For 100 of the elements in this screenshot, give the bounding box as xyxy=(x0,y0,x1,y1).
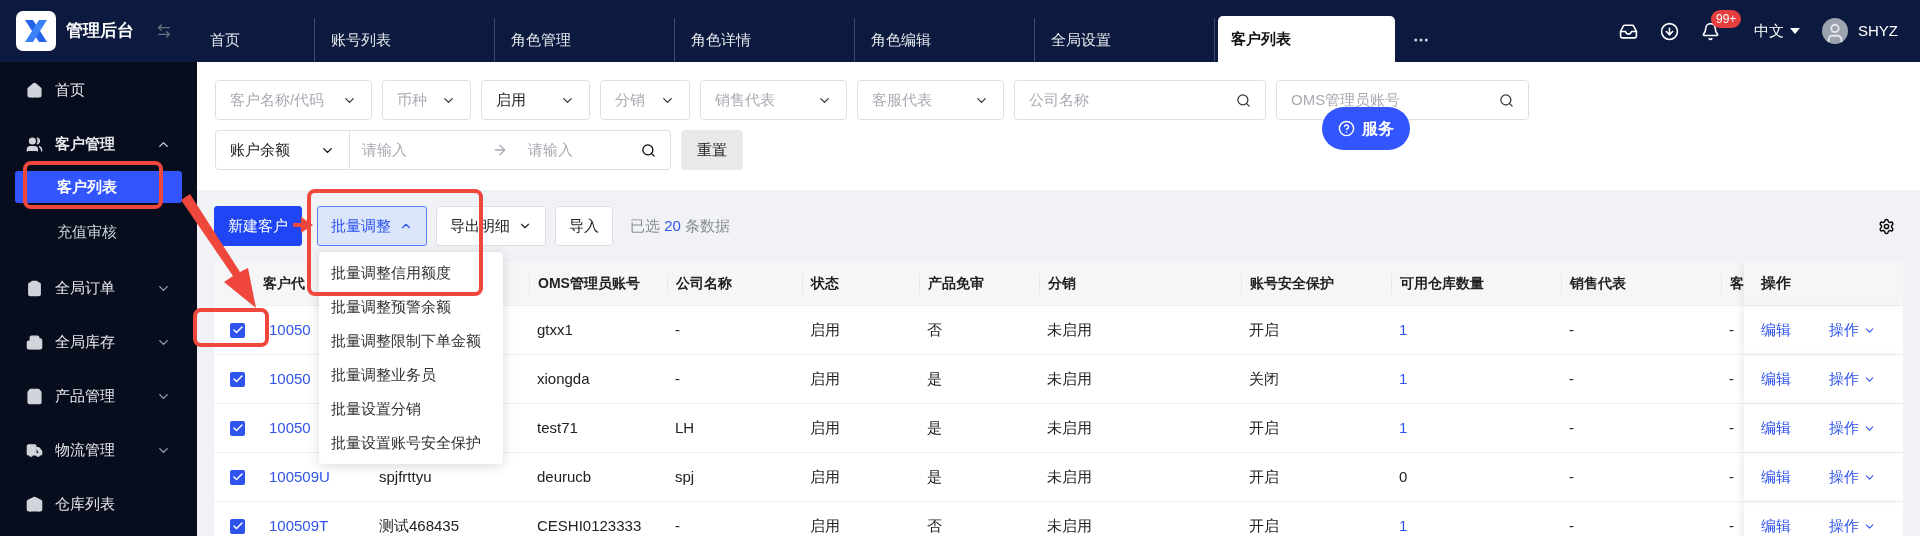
nav-tab[interactable]: 客户列表 xyxy=(1218,16,1395,62)
table-cell-text: xiongda xyxy=(537,368,590,389)
table-cell-text: spjfrttyu xyxy=(379,466,432,487)
sidebar-item[interactable]: 客户管理 xyxy=(0,117,197,171)
toolbar-button[interactable]: 新建客户 xyxy=(214,206,302,246)
field-placeholder: 客户名称/代码 xyxy=(230,89,325,110)
actions-link[interactable]: 操作 xyxy=(1829,514,1876,536)
actions-link[interactable]: 操作 xyxy=(1829,367,1876,391)
table-cell-text: - xyxy=(675,515,680,536)
avatar[interactable] xyxy=(1822,18,1848,44)
table-cell-text: - xyxy=(1569,515,1574,536)
table-cell-text: 开启 xyxy=(1249,515,1279,536)
notification-badge: 99+ xyxy=(1711,9,1742,28)
table-cell-text: 未启用 xyxy=(1047,466,1092,487)
column-header: 产品免审 xyxy=(928,274,984,293)
edit-link[interactable]: 编辑 xyxy=(1761,318,1791,342)
table-cell-text: 开启 xyxy=(1249,417,1279,438)
table-cell-text: - xyxy=(1569,368,1574,389)
row-checkbox[interactable] xyxy=(230,420,245,436)
search-icon xyxy=(1499,92,1514,108)
sidebar-item[interactable]: 产品管理 xyxy=(0,369,197,423)
reset-button[interactable]: 重置 xyxy=(681,130,743,170)
table-link[interactable]: 1 xyxy=(1399,367,1408,391)
language-select[interactable]: 中文 xyxy=(1754,19,1800,43)
table-cell-text: 开启 xyxy=(1249,319,1279,340)
column-header: 可用仓库数量 xyxy=(1400,274,1484,293)
column-header: 客 xyxy=(1730,274,1744,293)
row-checkbox[interactable] xyxy=(230,469,245,485)
edit-link[interactable]: 编辑 xyxy=(1761,514,1791,536)
menu-icon xyxy=(26,333,43,351)
sidebar-subitem[interactable]: 客户列表 xyxy=(15,171,182,203)
table-link[interactable]: 1 xyxy=(1399,318,1408,342)
table-cell-text: 启用 xyxy=(810,319,840,340)
edit-link[interactable]: 编辑 xyxy=(1761,367,1791,391)
logo-icon xyxy=(16,11,56,51)
column-header: 状态 xyxy=(811,274,839,293)
table-cell-text: CESHI0123333 xyxy=(537,515,642,536)
field-placeholder: 客服代表 xyxy=(872,89,932,110)
select-field[interactable]: 启用 xyxy=(481,80,590,120)
sidebar-item[interactable]: 全局库存 xyxy=(0,315,197,369)
menu-item[interactable]: 批量调整限制下单金额 xyxy=(319,324,503,358)
table-cell-text: - xyxy=(1729,368,1734,389)
sidebar-item[interactable]: 仓库列表 xyxy=(0,477,197,531)
row-checkbox[interactable] xyxy=(230,518,245,534)
menu-item[interactable]: 批量调整预警余额 xyxy=(319,290,503,324)
table-cell-text: 测试468435 xyxy=(379,515,460,536)
sidebar-item[interactable]: 物流管理 xyxy=(0,423,197,477)
table-link[interactable]: 1 xyxy=(1399,514,1408,536)
menu-item[interactable]: 批量设置账号安全保护 xyxy=(319,426,503,460)
table-link[interactable]: 100509U xyxy=(269,465,330,489)
table-link[interactable]: 100509T xyxy=(269,514,329,536)
table-cell-text: 是 xyxy=(927,417,942,438)
column-header: 分销 xyxy=(1048,274,1076,293)
search-icon xyxy=(1236,92,1251,108)
annotation-arrow xyxy=(293,217,313,233)
table-link[interactable]: 1 xyxy=(1399,416,1408,440)
menu-icon xyxy=(26,135,43,153)
settings-icon[interactable] xyxy=(1878,217,1895,235)
column-header: 客户代 xyxy=(263,274,305,293)
table-cell-text: 否 xyxy=(927,319,942,340)
table-link[interactable]: 10050 xyxy=(269,367,311,391)
menu-item[interactable]: 批量调整业务员 xyxy=(319,358,503,392)
actions-link[interactable]: 操作 xyxy=(1829,318,1876,342)
table-cell-text: 否 xyxy=(927,515,942,536)
actions-link[interactable]: 操作 xyxy=(1829,416,1876,440)
edit-link[interactable]: 编辑 xyxy=(1761,416,1791,440)
table-cell-text: 是 xyxy=(927,368,942,389)
table-cell-text: 开启 xyxy=(1249,466,1279,487)
table-cell-text: - xyxy=(1729,515,1734,536)
sidebar-item[interactable]: 全局订单 xyxy=(0,261,197,315)
column-header: 账号安全保护 xyxy=(1250,274,1334,293)
download-icon[interactable] xyxy=(1660,21,1679,41)
collapse-icon[interactable] xyxy=(156,23,172,39)
table-cell-text: spj xyxy=(675,466,695,487)
menu-item[interactable]: 批量调整信用额度 xyxy=(319,256,503,290)
sidebar-subitem[interactable]: 充值审核 xyxy=(15,203,182,261)
dropdown-button[interactable]: 批量调整 xyxy=(317,206,427,246)
user-name[interactable]: SHYZ xyxy=(1858,19,1898,43)
field-placeholder: 请输入 xyxy=(362,139,408,160)
menu-item[interactable]: 批量设置分销 xyxy=(319,392,503,426)
toolbar-button[interactable]: 导入 xyxy=(555,206,613,246)
bell-icon[interactable] xyxy=(1701,21,1720,41)
help-icon xyxy=(1338,120,1355,137)
field-placeholder: 请输入 xyxy=(528,139,574,160)
table-cell-text: 启用 xyxy=(810,417,840,438)
row-checkbox[interactable] xyxy=(230,371,245,387)
table-link[interactable]: 10050 xyxy=(269,416,311,440)
table-cell-text: LH xyxy=(675,417,695,438)
table-link[interactable]: 10050 xyxy=(269,318,311,342)
row-checkbox[interactable] xyxy=(230,322,245,338)
range-field[interactable]: 账户余额 请输入 请输入 xyxy=(215,130,671,170)
actions-link[interactable]: 操作 xyxy=(1829,465,1876,489)
edit-link[interactable]: 编辑 xyxy=(1761,465,1791,489)
table-cell-text: 启用 xyxy=(810,515,840,536)
service-button[interactable]: 服务 xyxy=(1322,107,1410,150)
field-value: 账户余额 xyxy=(230,139,290,160)
sidebar-item[interactable]: 首页 xyxy=(0,63,197,117)
table-cell-text: - xyxy=(1729,319,1734,340)
table-cell-text: - xyxy=(1729,417,1734,438)
inbox-icon[interactable] xyxy=(1619,21,1638,41)
